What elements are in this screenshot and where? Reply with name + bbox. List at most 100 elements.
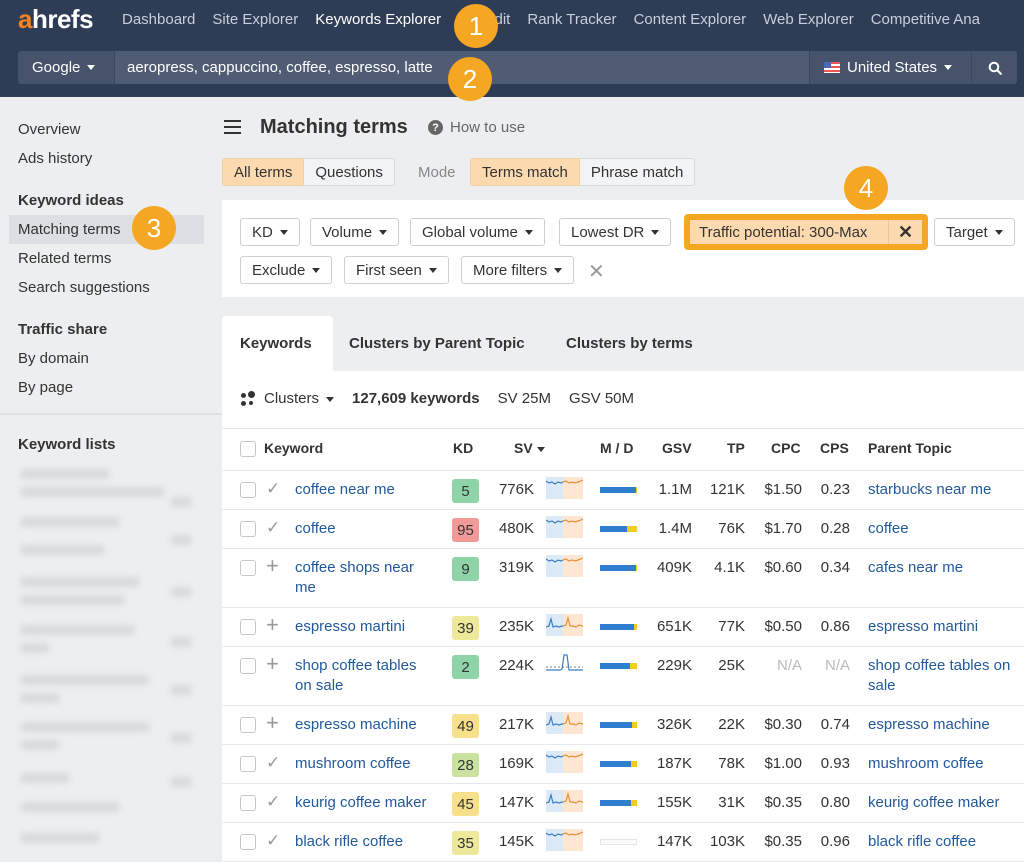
row-checkbox[interactable] [240, 619, 256, 635]
keyword-link[interactable]: shop coffee tables on sale [295, 656, 435, 696]
toggle-questions[interactable]: Questions [304, 158, 395, 186]
nav-dashboard[interactable]: Dashboard [122, 11, 195, 28]
toggle-terms-match[interactable]: Terms match [470, 158, 580, 186]
keyword-link[interactable]: coffee near me [295, 480, 435, 500]
nav-content-explorer[interactable]: Content Explorer [634, 11, 747, 28]
filter-lowest-dr[interactable]: Lowest DR [559, 218, 672, 246]
col-sv[interactable]: SV [514, 440, 545, 456]
col-keyword[interactable]: Keyword [264, 440, 323, 456]
desktop-share-segment [626, 526, 637, 532]
filter-global-volume[interactable]: Global volume [410, 218, 545, 246]
sidebar-item-matching-terms[interactable]: Matching terms [18, 221, 121, 238]
nav-site-explorer[interactable]: Site Explorer [212, 11, 298, 28]
clusters-dropdown[interactable]: Clusters [264, 390, 335, 407]
toggle-phrase-match[interactable]: Phrase match [579, 158, 696, 186]
col-kd[interactable]: KD [453, 440, 473, 456]
chevron-down-icon [651, 229, 660, 235]
parent-topic-link[interactable]: starbucks near me [868, 480, 1024, 500]
volume-trend-sparkline [546, 790, 583, 812]
added-check-icon[interactable]: ✓ [266, 753, 280, 773]
row-checkbox[interactable] [240, 795, 256, 811]
add-to-list-plus-icon[interactable]: + [266, 553, 279, 579]
filter-volume[interactable]: Volume [310, 218, 400, 246]
cpc-value: $1.50 [764, 481, 802, 498]
row-checkbox[interactable] [240, 717, 256, 733]
filter-exclude[interactable]: Exclude [240, 256, 333, 284]
keyword-link[interactable]: espresso martini [295, 617, 435, 637]
row-checkbox[interactable] [240, 521, 256, 537]
sv-value: 169K [498, 755, 534, 772]
parent-topic-link[interactable]: coffee [868, 519, 1024, 539]
chevron-down-icon [428, 267, 437, 273]
row-checkbox[interactable] [240, 560, 256, 576]
sidebar-item-search-suggestions[interactable]: Search suggestions [18, 279, 150, 296]
parent-topic-link[interactable]: shop coffee tables on sale [868, 656, 1024, 696]
row-checkbox[interactable] [240, 482, 256, 498]
traffic-potential-filter-button[interactable]: Traffic potential: 300-Max [690, 224, 888, 241]
nav-competitive-analysis[interactable]: Competitive Ana [871, 11, 980, 28]
toggle-all-terms[interactable]: All terms [222, 158, 305, 186]
search-button[interactable] [971, 51, 1017, 84]
add-to-list-plus-icon[interactable]: + [266, 710, 279, 736]
added-check-icon[interactable]: ✓ [266, 792, 280, 812]
row-checkbox[interactable] [240, 756, 256, 772]
filter-more-filters[interactable]: More filters [461, 256, 575, 284]
parent-topic-link[interactable]: espresso martini [868, 617, 1024, 637]
chevron-down-icon [326, 396, 335, 402]
add-to-list-plus-icon[interactable]: + [266, 612, 279, 638]
keyword-link[interactable]: mushroom coffee [295, 754, 435, 774]
parent-topic-link[interactable]: mushroom coffee [868, 754, 1024, 774]
nav-web-explorer[interactable]: Web Explorer [763, 11, 854, 28]
sidebar-item-overview[interactable]: Overview [18, 121, 81, 138]
menu-toggle-icon[interactable] [224, 120, 241, 134]
nav-keywords-explorer[interactable]: Keywords Explorer [315, 11, 441, 28]
clear-filters-close-icon[interactable]: ✕ [588, 259, 605, 284]
kd-badge: 45 [452, 792, 479, 816]
sidebar-item-by-domain[interactable]: By domain [18, 350, 89, 367]
tp-value: 25K [718, 657, 745, 674]
row-checkbox[interactable] [240, 834, 256, 850]
tab-clusters-by-parent-topic[interactable]: Clusters by Parent Topic [349, 316, 525, 371]
sidebar-item-by-page[interactable]: By page [18, 379, 73, 396]
keyword-link[interactable]: coffee shops near me [295, 558, 435, 598]
col-parent-topic[interactable]: Parent Topic [868, 440, 952, 456]
remove-filter-close-icon[interactable]: ✕ [888, 220, 922, 244]
parent-topic-link[interactable]: keurig coffee maker [868, 793, 1024, 813]
nav-rank-tracker[interactable]: Rank Tracker [527, 11, 616, 28]
col-tp[interactable]: TP [727, 440, 745, 456]
added-check-icon[interactable]: ✓ [266, 479, 280, 499]
filter-kd[interactable]: KD [240, 218, 300, 246]
sidebar-item-ads-history[interactable]: Ads history [18, 150, 92, 167]
tab-keywords[interactable]: Keywords [222, 316, 333, 371]
add-to-list-plus-icon[interactable]: + [266, 651, 279, 677]
parent-topic-link[interactable]: espresso machine [868, 715, 1024, 735]
how-to-use-link[interactable]: ? How to use [428, 119, 525, 136]
filter-target[interactable]: Target [934, 218, 1015, 246]
tp-value: 78K [718, 755, 745, 772]
chevron-down-icon [994, 229, 1003, 235]
sidebar-item-related-terms[interactable]: Related terms [18, 250, 111, 267]
help-icon: ? [428, 120, 443, 135]
keyword-link[interactable]: keurig coffee maker [295, 793, 435, 813]
ahrefs-logo[interactable]: ahrefs [18, 4, 94, 35]
country-select[interactable]: United States [809, 51, 971, 84]
filter-first-seen[interactable]: First seen [344, 256, 449, 284]
mobile-share-segment [600, 722, 633, 728]
keyword-link[interactable]: espresso machine [295, 715, 435, 735]
search-engine-select[interactable]: Google [18, 51, 114, 84]
col-cpc[interactable]: CPC [771, 440, 801, 456]
parent-topic-link[interactable]: cafes near me [868, 558, 1024, 578]
added-check-icon[interactable]: ✓ [266, 831, 280, 851]
keyword-link[interactable]: coffee [295, 519, 435, 539]
col-gsv[interactable]: GSV [662, 440, 692, 456]
tab-clusters-by-terms[interactable]: Clusters by terms [566, 316, 693, 371]
gsv-value: 147K [656, 833, 692, 850]
col-cps[interactable]: CPS [820, 440, 849, 456]
cps-value: 0.96 [820, 833, 850, 850]
row-checkbox[interactable] [240, 658, 256, 674]
parent-topic-link[interactable]: black rifle coffee [868, 832, 1024, 852]
keyword-link[interactable]: black rifle coffee [295, 832, 435, 852]
select-all-checkbox[interactable] [240, 441, 256, 457]
col-md[interactable]: M / D [600, 440, 633, 456]
added-check-icon[interactable]: ✓ [266, 518, 280, 538]
